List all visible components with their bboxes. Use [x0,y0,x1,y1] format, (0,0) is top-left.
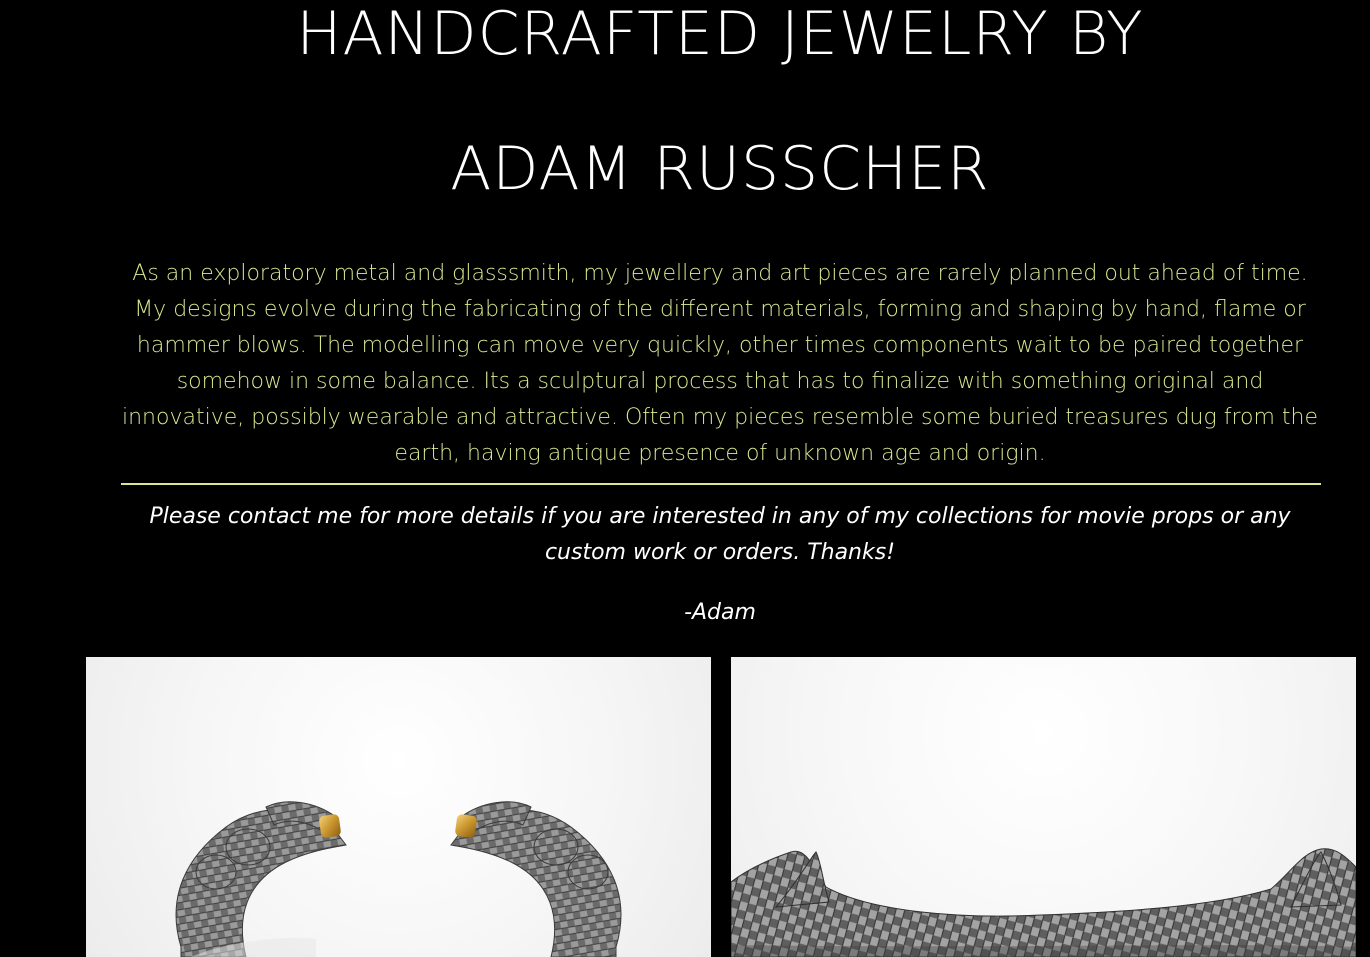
gallery-item-braided-sculpture[interactable] [731,657,1356,957]
page-title-line-2: ADAM RUSSCHER [450,134,990,204]
gallery-item-cuff-bracelet[interactable] [86,657,711,957]
gallery [86,657,1356,957]
braided-sculpture-image [731,848,1356,957]
cuff-bracelet-image [175,801,622,957]
page-title-line-1: HANDCRAFTED JEWELRY BY [296,0,1144,69]
page: HANDCRAFTED JEWELRY BY ADAM RUSSCHER As … [0,0,1370,957]
section-divider [121,483,1321,485]
signature: -Adam [684,600,756,625]
intro-paragraph: As an exploratory metal and glasssmith, … [122,261,1318,466]
contact-message: Please contact me for more details if yo… [149,504,1291,565]
